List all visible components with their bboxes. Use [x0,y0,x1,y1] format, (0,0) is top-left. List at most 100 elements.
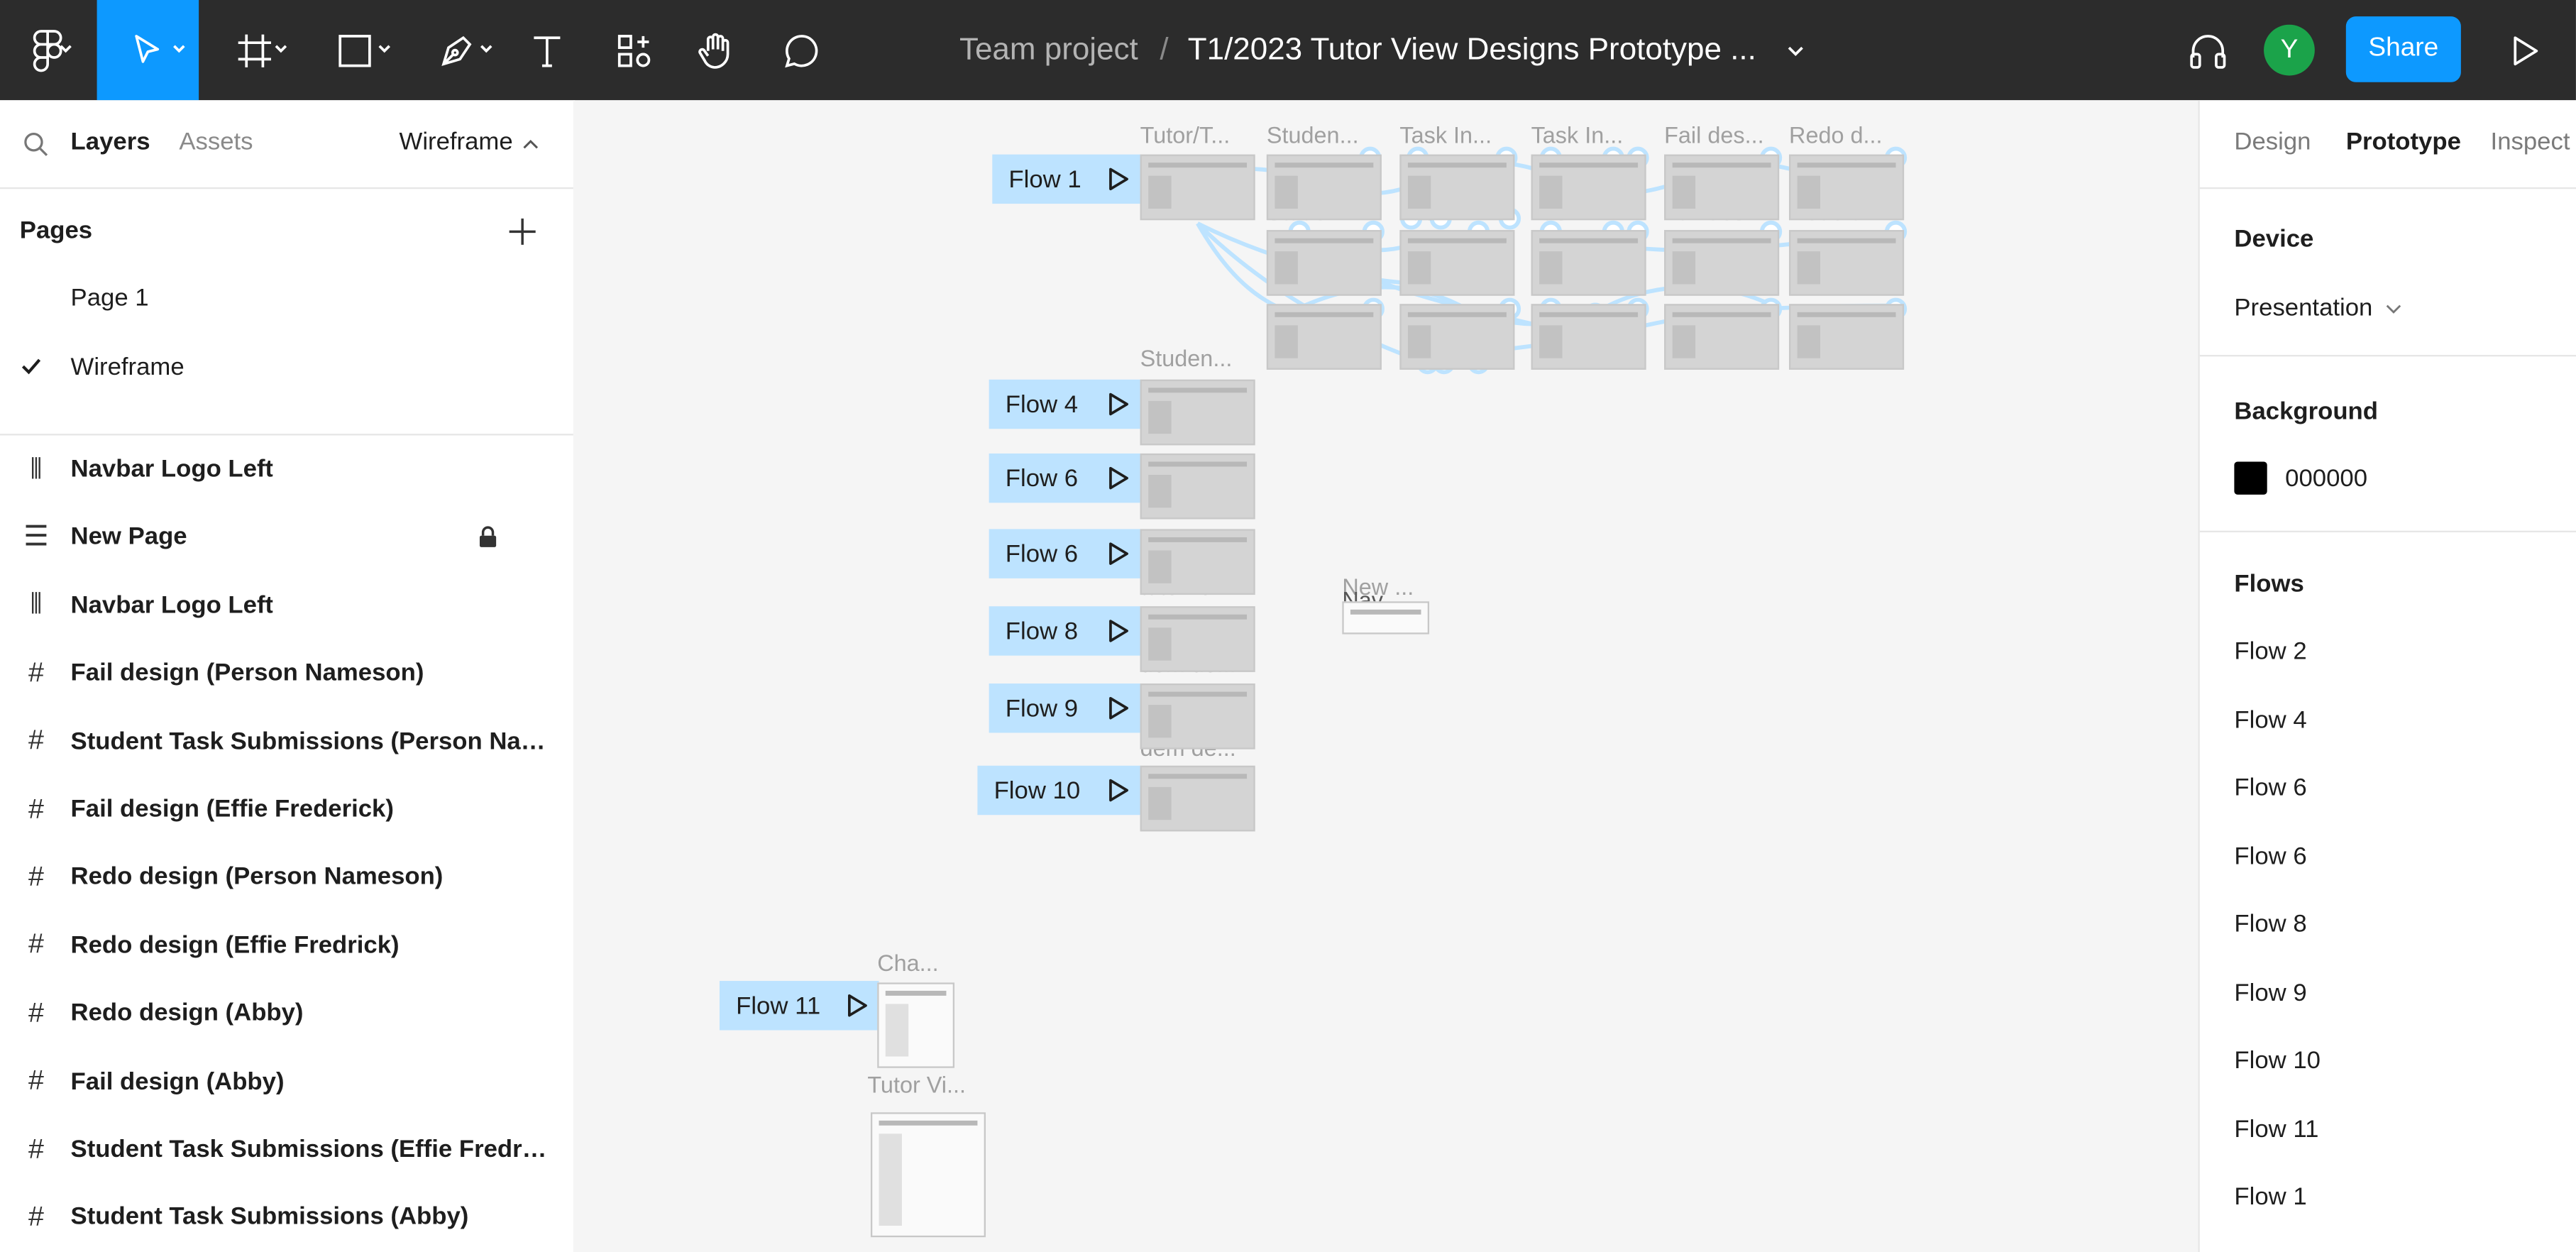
flow-start-badge[interactable]: Flow 9 [989,683,1140,733]
chevron-up-icon[interactable] [522,138,539,151]
flow-list-item[interactable]: Flow 8 [2234,911,2306,938]
lock-icon[interactable] [478,527,498,549]
canvas[interactable]: Flow 1 Flow 4 Flow 6 Flow 6 Flow 8 Flow 9 Flow… [573,100,2198,1252]
layer-row[interactable]: # Student Task Submissions (Person Nam... [0,708,573,775]
layer-row[interactable]: # Redo design (Effie Fredrick) [0,911,573,979]
layer-row[interactable]: # Fail design (Person Nameson) [0,639,573,707]
frame-thumbnail[interactable] [1664,304,1780,370]
breadcrumb-team[interactable]: Team project [959,0,1138,100]
tab-inspect[interactable]: Inspect [2491,128,2570,156]
flow-start-badge[interactable]: Flow 8 [989,606,1140,656]
auto-layout-horizontal-icon: ⫴ [30,588,43,620]
resources-button[interactable] [601,0,667,100]
background-color-value[interactable]: 000000 [2285,465,2367,493]
frame-thumbnail[interactable] [1140,529,1255,595]
frame-thumbnail[interactable] [1399,230,1515,296]
frame-thumbnail[interactable] [870,1112,986,1238]
flow-list-item[interactable]: Flow 6 [2234,842,2306,869]
search-icon[interactable] [23,131,49,158]
flow-list-item[interactable]: Flow 6 [2234,774,2306,801]
main-menu-button[interactable] [0,0,95,100]
layer-row[interactable]: # Student Task Submissions (Abby) [0,1184,573,1251]
play-icon [1109,542,1128,565]
flow-list-item[interactable]: Flow 1 [2234,1183,2306,1211]
flow-list-item[interactable]: Flow 2 [2234,637,2306,665]
left-panel-tabs: Layers Assets Wireframe [0,100,573,190]
frame-label[interactable]: Cha... [877,950,938,976]
flow-start-badge[interactable]: Flow 11 [719,981,879,1031]
layer-row[interactable]: ⫴ Navbar Logo Left [0,571,573,639]
frame-thumbnail[interactable] [1789,304,1905,370]
tab-prototype[interactable]: Prototype [2346,128,2461,156]
frame-thumbnail[interactable] [1531,154,1646,221]
layer-row[interactable]: # Student Task Submissions (Effie Fredric… [0,1116,573,1183]
flow-start-badge[interactable]: Flow 4 [989,379,1140,429]
background-color-swatch[interactable] [2234,461,2267,495]
frame-thumbnail[interactable] [1266,304,1382,370]
avatar[interactable]: Y [2264,24,2315,76]
pen-tool-button[interactable] [414,0,499,100]
shape-tool-button[interactable] [312,0,397,100]
flow-start-badge[interactable]: Flow 6 [989,453,1140,503]
page-selector[interactable]: Wireframe [400,128,513,156]
layer-row[interactable]: # Fail design (Effie Frederick) [0,776,573,843]
chevron-down-icon[interactable] [2385,302,2401,316]
page-item-wireframe[interactable]: Wireframe [71,353,185,381]
frame-thumbnail[interactable] [1664,154,1780,221]
layer-row[interactable]: # Redo design (Person Nameson) [0,843,573,911]
frame-thumbnail[interactable] [1140,379,1255,446]
frame-thumbnail[interactable] [1140,154,1255,221]
frame-label[interactable]: Fail des... [1664,121,1764,148]
tab-design[interactable]: Design [2234,128,2311,156]
frame-label[interactable]: Tutor/T... [1140,121,1231,148]
pen-tool-icon [441,35,472,65]
frame-thumbnail[interactable] [1789,230,1905,296]
frame-thumbnail[interactable] [1342,601,1430,635]
file-name[interactable]: T1/2023 Tutor View Designs Prototype ... [1188,0,1756,100]
frame-thumbnail[interactable] [1531,230,1646,296]
layer-row[interactable]: ☰ New Page [0,503,573,571]
hand-tool-button[interactable] [683,0,749,100]
add-page-icon[interactable] [507,217,537,247]
flow-list-item[interactable]: Flow 11 [2234,1115,2318,1143]
page-item-page-1[interactable]: Page 1 [71,284,149,312]
flow-start-badge[interactable]: Flow 10 [977,765,1140,816]
frame-thumbnail[interactable] [877,982,955,1068]
layer-row[interactable]: # Redo design (Abby) [0,979,573,1047]
frame-label[interactable]: Studen... [1140,345,1233,371]
frame-label[interactable]: Tutor Vi... [867,1071,966,1097]
comment-tool-button[interactable] [769,0,835,100]
frame-label[interactable]: Task In... [1531,121,1624,148]
flow-start-badge[interactable]: Flow 6 [989,529,1140,578]
frame-thumbnail[interactable] [1140,683,1255,749]
frame-thumbnail[interactable] [1399,154,1515,221]
tab-assets[interactable]: Assets [179,128,253,156]
file-menu-button[interactable] [1779,0,1812,100]
frame-label[interactable]: Task In... [1399,121,1492,148]
layer-row[interactable]: # Fail design (Abby) [0,1048,573,1115]
frame-thumbnail[interactable] [1266,230,1382,296]
flow-list-item[interactable]: Flow 10 [2234,1047,2321,1075]
move-tool-button[interactable] [97,0,199,101]
frame-tool-button[interactable] [214,0,296,100]
flow-start-badge[interactable]: Flow 1 [992,154,1140,204]
layer-row[interactable]: ⫴ Navbar Logo Left [0,435,573,503]
audio-button[interactable] [2179,0,2238,100]
frame-thumbnail[interactable] [1399,304,1515,370]
frame-thumbnail[interactable] [1140,606,1255,672]
frame-thumbnail[interactable] [1140,453,1255,520]
frame-label[interactable]: Studen... [1267,121,1359,148]
text-tool-button[interactable] [516,0,578,100]
present-button[interactable] [2497,0,2553,100]
frame-label[interactable]: Redo d... [1789,121,1883,148]
tab-layers[interactable]: Layers [71,128,150,156]
frame-thumbnail[interactable] [1266,154,1382,221]
frame-thumbnail[interactable] [1789,154,1905,221]
frame-thumbnail[interactable] [1531,304,1646,370]
frame-thumbnail[interactable] [1664,230,1780,296]
share-button[interactable]: Share [2345,16,2461,82]
frame-thumbnail[interactable] [1140,765,1255,832]
flow-list-item[interactable]: Flow 4 [2234,705,2306,733]
flow-list-item[interactable]: Flow 9 [2234,979,2306,1006]
device-select[interactable]: Presentation [2234,294,2372,322]
